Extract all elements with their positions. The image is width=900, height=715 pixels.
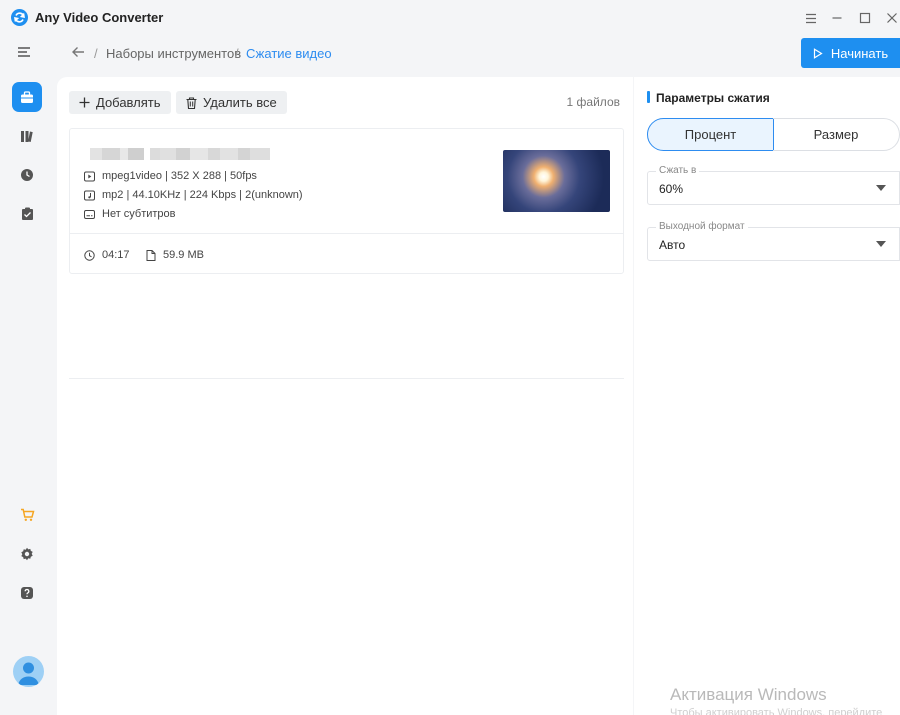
compress-value: 60% (659, 182, 684, 196)
add-button[interactable]: Добавлять (69, 91, 171, 114)
breadcrumb-current: Сжатие видео (246, 46, 332, 61)
sidebar-item-library[interactable] (12, 121, 42, 151)
activation-watermark-sub: Чтобы активировать Windows, перейдите (670, 707, 883, 715)
user-avatar-icon[interactable] (13, 656, 44, 687)
panel-title: Параметры сжатия (656, 91, 770, 105)
breadcrumb-separator: / (94, 46, 98, 61)
audio-info: mp2 | 44.10KHz | 224 Kbps | 2(unknown) (84, 189, 303, 201)
start-button[interactable]: Начинать (801, 38, 900, 68)
video-thumbnail[interactable] (503, 150, 610, 212)
mode-percent-tab[interactable]: Процент (647, 118, 774, 151)
file-size: 59.9 MB (146, 249, 204, 261)
library-icon (21, 130, 33, 142)
format-value: Авто (659, 238, 686, 252)
sidebar-item-help[interactable] (12, 578, 42, 608)
sidebar-item-toolbox[interactable] (12, 82, 42, 112)
sidebar-item-settings[interactable] (12, 539, 42, 569)
audio-info-text: mp2 | 44.10KHz | 224 Kbps | 2(unknown) (102, 189, 303, 201)
menu-toggle-icon[interactable] (17, 46, 33, 60)
video-info: mpeg1video | 352 X 288 | 50fps (84, 170, 257, 182)
subtitle-info-text: Нет субтитров (102, 208, 176, 220)
minimize-icon[interactable] (827, 8, 847, 28)
plus-icon (79, 97, 90, 108)
help-icon (21, 587, 33, 599)
hamburger-icon[interactable] (801, 8, 821, 28)
add-button-label: Добавлять (96, 95, 161, 110)
file-card[interactable]: mpeg1video | 352 X 288 | 50fps mp2 | 44.… (69, 128, 624, 274)
clock-icon (21, 169, 33, 181)
format-label: Выходной формат (656, 221, 748, 232)
start-button-label: Начинать (830, 45, 889, 61)
trash-icon (186, 96, 197, 109)
sidebar-item-store[interactable] (12, 500, 42, 530)
close-icon[interactable] (882, 8, 900, 28)
caret-down-icon (876, 185, 886, 191)
play-icon (813, 47, 823, 59)
checklist-icon (21, 207, 33, 220)
format-select[interactable]: Выходной формат Авто (647, 221, 900, 261)
duration-text: 04:17 (102, 249, 130, 261)
audio-icon (84, 190, 95, 200)
app-logo-icon (11, 9, 28, 26)
file-list-panel: Добавлять Удалить все 1 файлов mpeg1vide… (57, 77, 633, 715)
delete-all-label: Удалить все (203, 95, 277, 110)
title-bar: Any Video Converter (0, 0, 900, 36)
breadcrumb-toolbox[interactable]: Наборы инструментов (106, 46, 241, 61)
video-info-text: mpeg1video | 352 X 288 | 50fps (102, 170, 257, 182)
file-size-text: 59.9 MB (163, 249, 204, 261)
gear-icon (21, 547, 33, 561)
breadcrumb-separator: / (235, 46, 239, 61)
toolbox-icon (21, 90, 33, 103)
caret-down-icon (876, 241, 886, 247)
subtitle-icon (84, 209, 95, 219)
video-icon (84, 171, 95, 181)
arrow-left-icon[interactable] (70, 44, 88, 62)
activation-watermark: Активация Windows (670, 685, 827, 704)
app-title: Any Video Converter (35, 10, 164, 25)
clock-icon (84, 249, 95, 261)
sidebar-item-history[interactable] (12, 160, 42, 190)
files-count: 1 файлов (566, 95, 620, 109)
cart-icon (20, 508, 34, 521)
file-name-blurred (90, 148, 270, 160)
card-divider (70, 233, 623, 234)
compress-label: Сжать в (656, 165, 700, 176)
mode-size-tab[interactable]: Размер (773, 118, 900, 151)
file-icon (146, 249, 156, 261)
compress-select[interactable]: Сжать в 60% (647, 165, 900, 205)
maximize-icon[interactable] (855, 8, 875, 28)
delete-all-button[interactable]: Удалить все (176, 91, 287, 114)
settings-panel: Параметры сжатия Процент Размер Сжать в … (634, 77, 900, 715)
list-divider (69, 378, 624, 379)
sidebar-item-tasks[interactable] (12, 199, 42, 229)
title-accent (647, 91, 650, 103)
duration: 04:17 (84, 249, 130, 261)
subtitle-info: Нет субтитров (84, 208, 176, 220)
